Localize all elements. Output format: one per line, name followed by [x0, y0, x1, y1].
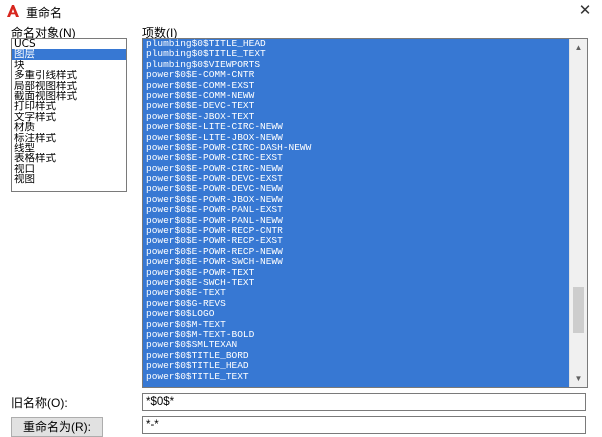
- item-row[interactable]: power$0$E-POWR-JBOX-NEWW: [143, 195, 569, 205]
- autocad-a-icon: [7, 5, 19, 17]
- old-name-label: 旧名称(O):: [11, 396, 68, 410]
- item-row[interactable]: power$0$E-POWR-DEVC-NEWW: [143, 184, 569, 194]
- item-row[interactable]: plumbing$0$TITLE_TEXT: [143, 49, 569, 59]
- named-object-item[interactable]: 视图: [12, 174, 126, 184]
- items-list[interactable]: plumbing$0$TITLE_HEAD plumbing$0$TITLE_TE…: [142, 38, 588, 388]
- item-row[interactable]: power$0$TITLE_BORD: [143, 351, 569, 361]
- named-objects-list[interactable]: UCS 图层块多重引线样式 局部视图样式 截面视图样式 打印样式 文字样式 材质 标注样式 线型…: [11, 38, 127, 192]
- item-row[interactable]: plumbing$0$VIEWPORTS: [143, 60, 569, 70]
- close-button[interactable]: ✕: [574, 1, 596, 21]
- named-object-item[interactable]: 打印样式: [12, 101, 126, 111]
- item-row[interactable]: power$0$E-POWR-TEXT: [143, 268, 569, 278]
- item-row[interactable]: power$0$E-POWR-RECP-NEWW: [143, 247, 569, 257]
- named-object-item[interactable]: 线型: [12, 143, 126, 153]
- item-row[interactable]: power$0$SMLTEXAN: [143, 340, 569, 350]
- named-object-item[interactable]: 标注样式: [12, 133, 126, 143]
- item-row[interactable]: power$0$E-POWR-CIRC-NEWW: [143, 164, 569, 174]
- rename-to-button[interactable]: 重命名为(R):: [11, 417, 103, 437]
- item-row[interactable]: power$0$TITLE_HEAD: [143, 361, 569, 371]
- item-row[interactable]: power$0$TITLE_TEXT: [143, 372, 569, 382]
- item-row[interactable]: power$0$E-JBOX-TEXT: [143, 112, 569, 122]
- item-row[interactable]: power$0$E-SWCH-TEXT: [143, 278, 569, 288]
- scroll-down-arrow-icon[interactable]: ▼: [570, 370, 587, 387]
- scroll-thumb[interactable]: [573, 287, 584, 333]
- item-row[interactable]: power$0$E-POWR-PANL-NEWW: [143, 216, 569, 226]
- old-name-input[interactable]: [142, 393, 586, 411]
- item-row[interactable]: power$0$E-DEVC-TEXT: [143, 101, 569, 111]
- named-object-item[interactable]: UCS: [12, 39, 126, 49]
- rename-to-input[interactable]: [142, 416, 586, 434]
- named-object-item[interactable]: 视口: [12, 164, 126, 174]
- item-row[interactable]: power$0$E-POWR-CIRC-DASH-NEWW: [143, 143, 569, 153]
- item-row[interactable]: power$0$M-TEXT-BOLD: [143, 330, 569, 340]
- item-row[interactable]: plumbing$0$TITLE_HEAD: [143, 39, 569, 49]
- item-row[interactable]: power$0$M-TEXT: [143, 320, 569, 330]
- item-row[interactable]: power$0$E-COMM-NEWW: [143, 91, 569, 101]
- item-row[interactable]: power$0$E-POWR-DEVC-EXST: [143, 174, 569, 184]
- item-row[interactable]: power$0$E-COMM-CNTR: [143, 70, 569, 80]
- item-row[interactable]: power$0$G-REVS: [143, 299, 569, 309]
- named-object-item[interactable]: 文字样式: [12, 112, 126, 122]
- named-object-item[interactable]: 多重引线样式: [12, 70, 126, 80]
- named-object-item[interactable]: 截面视图样式: [12, 91, 126, 101]
- named-object-item[interactable]: 材质: [12, 122, 126, 132]
- item-row[interactable]: power$0$LOGO: [143, 309, 569, 319]
- item-row[interactable]: power$0$E-TEXT: [143, 288, 569, 298]
- window-title: 重命名: [26, 6, 63, 20]
- item-row[interactable]: power$0$E-LITE-CIRC-NEWW: [143, 122, 569, 132]
- item-row[interactable]: power$0$E-LITE-JBOX-NEWW: [143, 133, 569, 143]
- item-row[interactable]: power$0$E-COMM-EXST: [143, 81, 569, 91]
- item-row[interactable]: power$0$E-POWR-RECP-CNTR: [143, 226, 569, 236]
- named-object-item[interactable]: 表格样式: [12, 153, 126, 163]
- named-object-item[interactable]: 图层: [12, 49, 126, 60]
- vertical-scrollbar[interactable]: ▲ ▼: [569, 39, 587, 387]
- named-object-item[interactable]: 局部视图样式: [12, 81, 126, 91]
- named-object-item[interactable]: 块: [12, 60, 126, 70]
- item-row[interactable]: power$0$E-POWR-CIRC-EXST: [143, 153, 569, 163]
- title-bar: 重命名 ✕: [0, 0, 602, 22]
- item-row[interactable]: power$0$E-POWR-PANL-EXST: [143, 205, 569, 215]
- item-row[interactable]: power$0$E-POWR-SWCH-NEWW: [143, 257, 569, 267]
- scroll-up-arrow-icon[interactable]: ▲: [570, 39, 587, 56]
- item-row[interactable]: power$0$E-POWR-RECP-EXST: [143, 236, 569, 246]
